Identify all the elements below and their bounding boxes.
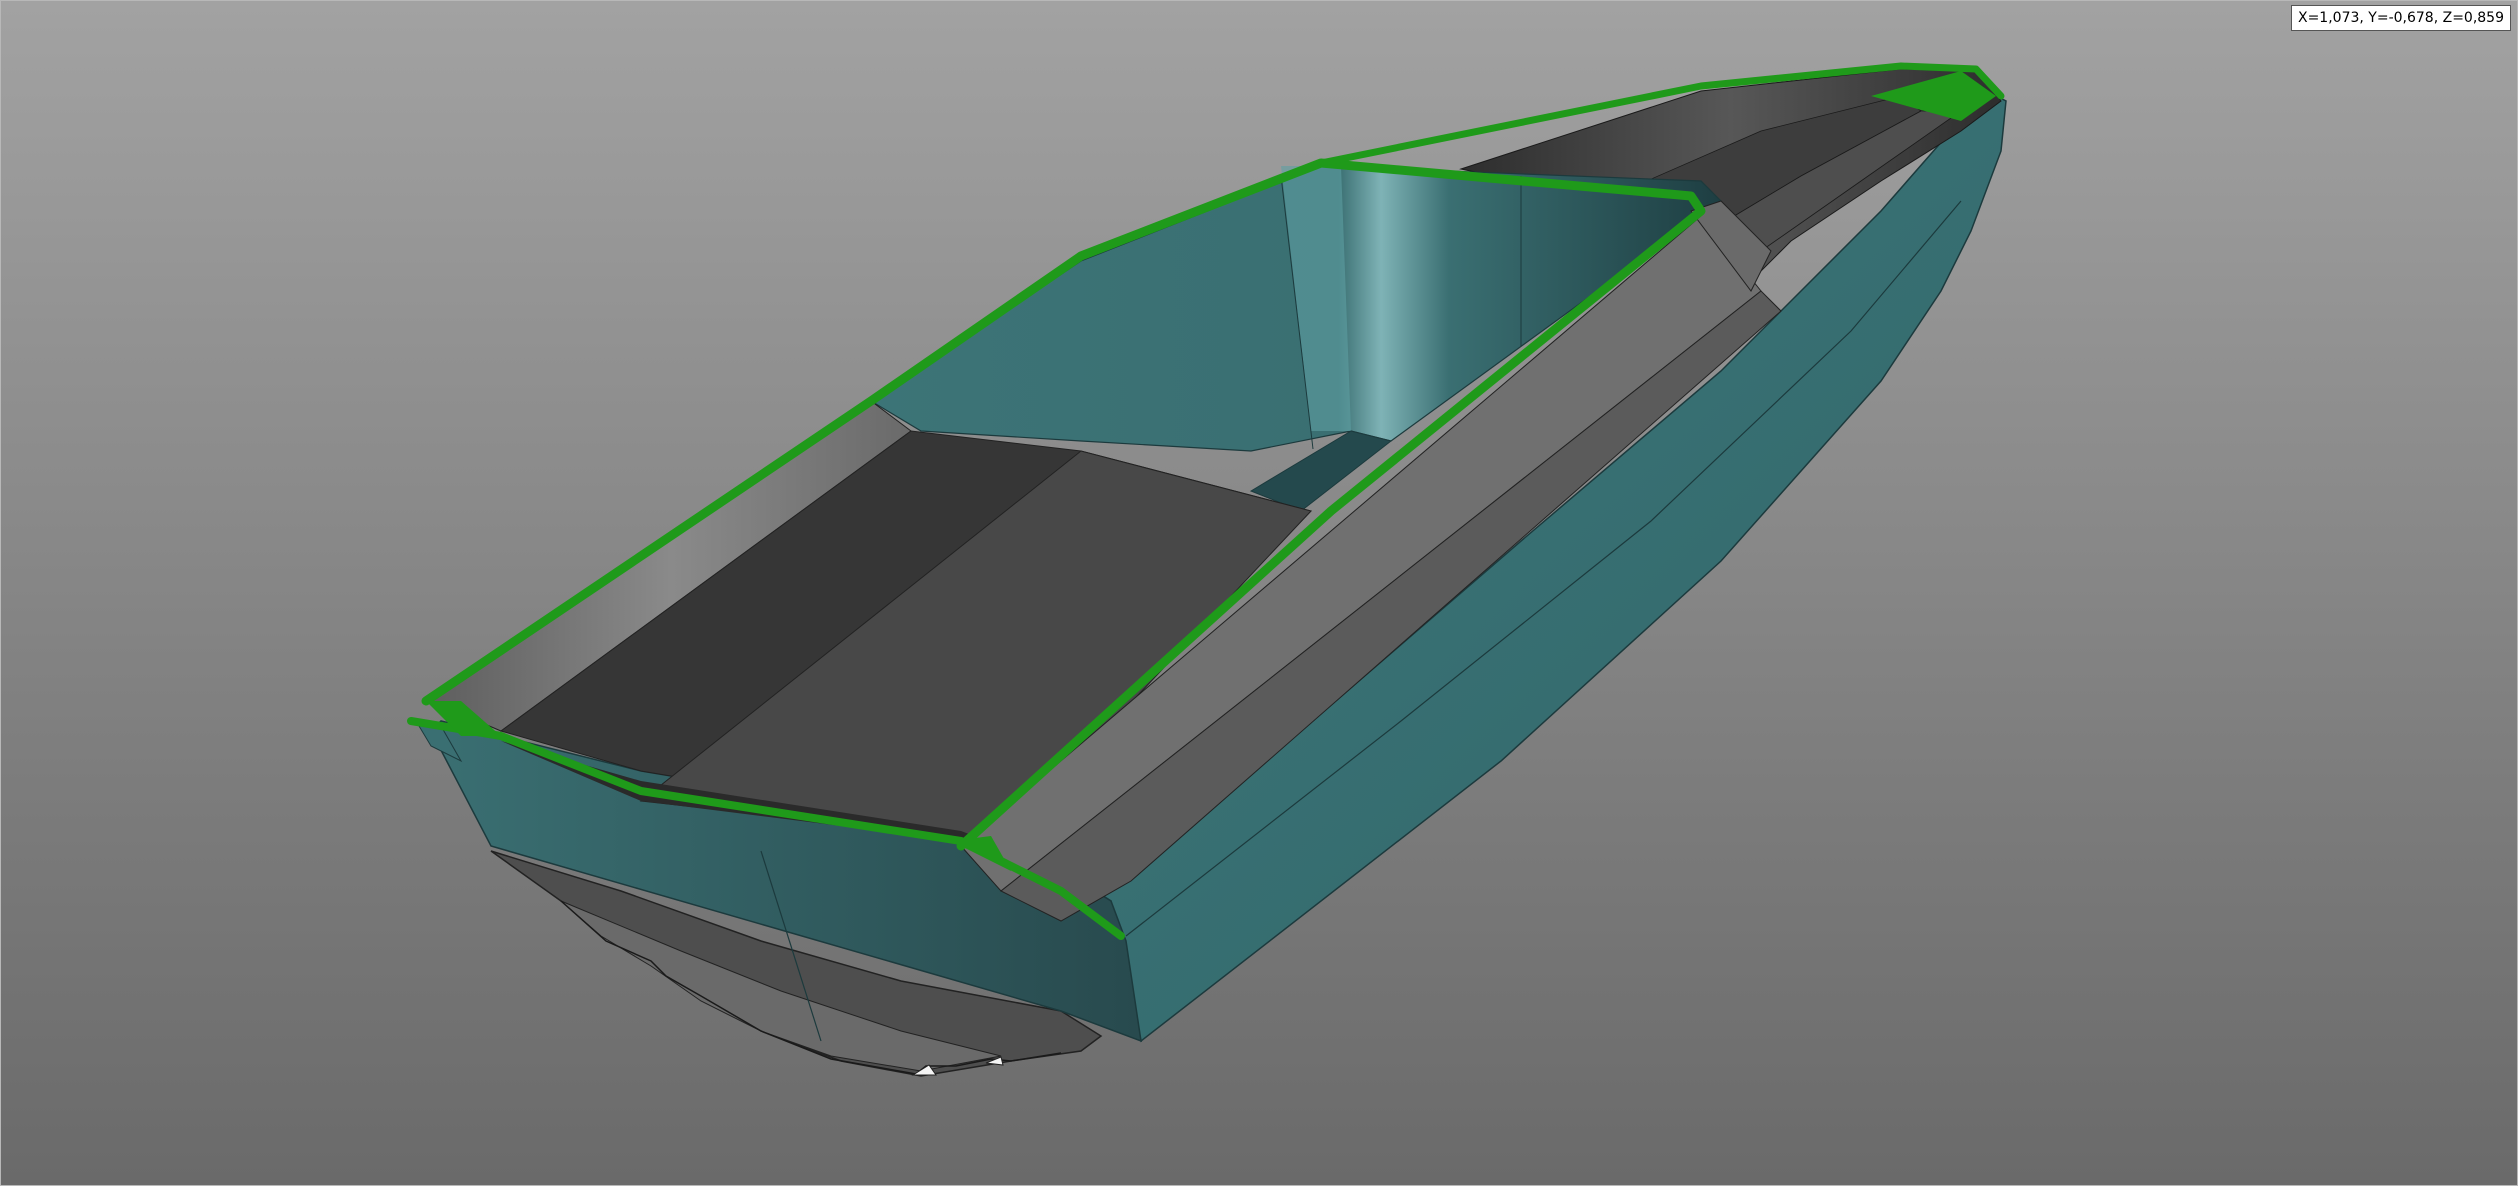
boat-model[interactable] — [1, 1, 2518, 1186]
coordinate-readout: X=1,073, Y=-0,678, Z=0,859 — [2290, 5, 2511, 31]
3d-viewport[interactable]: X=1,073, Y=-0,678, Z=0,859 — [0, 0, 2518, 1186]
